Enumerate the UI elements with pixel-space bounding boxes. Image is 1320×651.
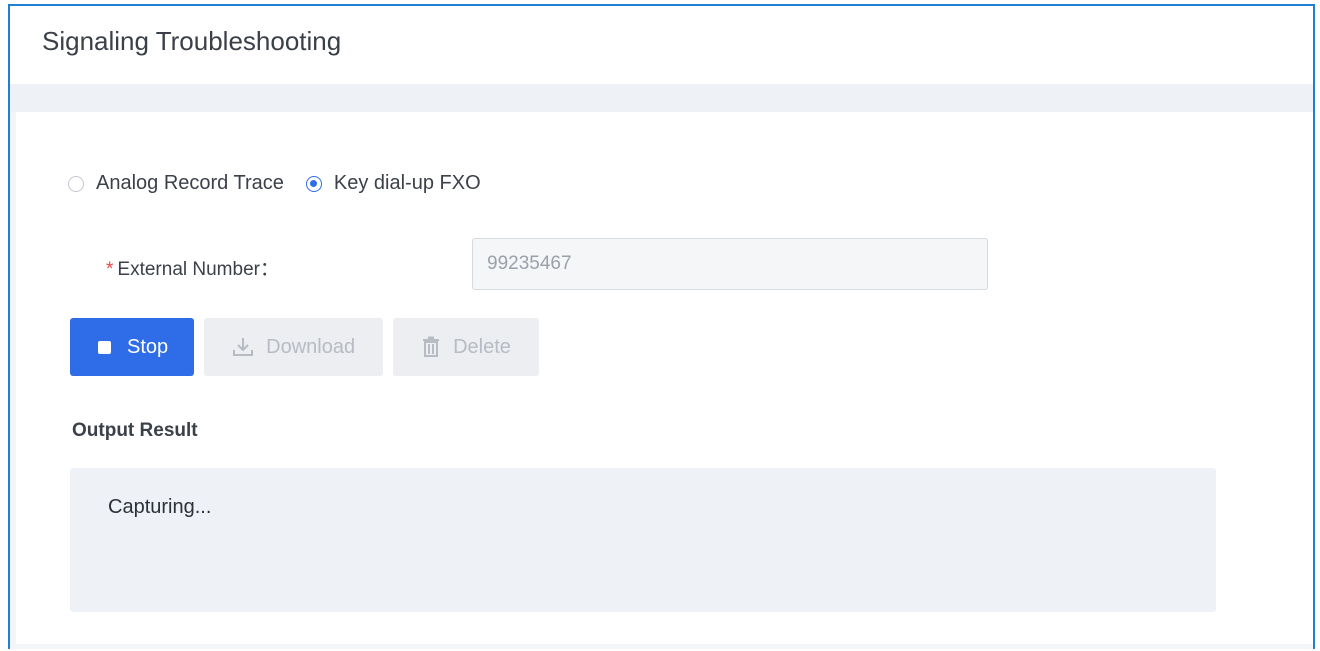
external-number-row: * External Number： [106,238,1006,290]
radio-label-analog-record-trace: Analog Record Trace [96,172,284,194]
external-number-label-text: External Number： [117,259,279,280]
delete-button[interactable]: Delete [393,318,539,376]
stop-icon [98,340,111,354]
external-number-input[interactable] [472,238,988,290]
output-result-box: Capturing... [70,468,1216,612]
download-button-label: Download [266,335,356,358]
page-header: Signaling Troubleshooting [10,6,1313,85]
download-icon [233,338,254,356]
external-number-label: * External Number： [106,254,279,281]
trace-mode-radio-group: Analog Record Trace Key dial-up FXO [68,172,503,195]
delete-button-label: Delete [453,335,511,358]
required-asterisk: * [106,259,114,280]
download-button[interactable]: Download [204,318,384,376]
action-button-row: Stop Download Delete [70,318,549,376]
radio-unchecked-icon[interactable] [68,175,84,192]
stop-button[interactable]: Stop [70,318,195,376]
radio-label-key-dial-up-fxo: Key dial-up FXO [333,172,481,194]
main-panel: Analog Record Trace Key dial-up FXO * Ext… [16,112,1313,644]
radio-option-analog-record-trace[interactable]: Analog Record Trace [68,172,284,195]
header-divider-strip [10,84,1313,112]
radio-option-key-dial-up-fxo[interactable]: Key dial-up FXO [305,172,481,195]
window-frame: Signaling Troubleshooting Analog Record … [8,4,1315,649]
page-title: Signaling Troubleshooting [42,26,342,56]
radio-checked-icon[interactable] [305,175,322,192]
stop-button-label: Stop [127,335,169,358]
output-result-text: Capturing... [108,496,212,518]
output-result-title: Output Result [72,420,198,441]
trash-icon [423,336,440,357]
